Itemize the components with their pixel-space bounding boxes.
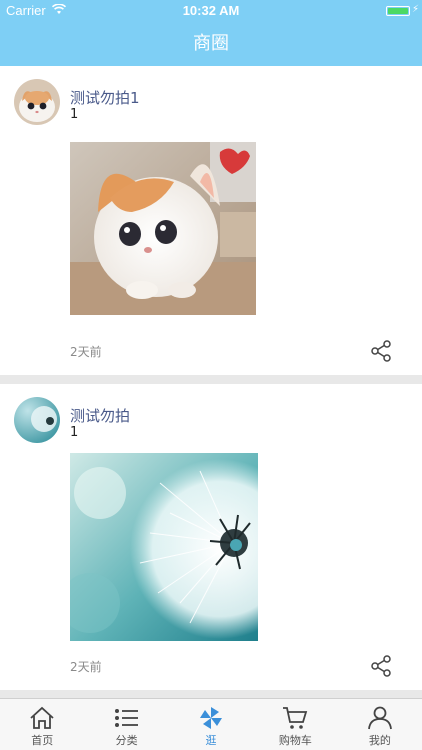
battery-icon	[386, 6, 410, 16]
nav-bar: 商圈	[0, 22, 422, 66]
charging-icon: ⚡	[411, 4, 419, 15]
avatar[interactable]	[14, 79, 60, 125]
post-content: 1	[70, 107, 79, 122]
post-time: 2天前	[70, 660, 102, 674]
post-content: 1	[70, 425, 79, 440]
share-icon[interactable]	[370, 340, 392, 362]
tab-profile[interactable]: 我的	[338, 699, 422, 750]
tab-home[interactable]: 首页	[0, 699, 84, 750]
tab-label: 首页	[31, 734, 54, 747]
avatar[interactable]	[14, 397, 60, 443]
share-icon[interactable]	[370, 655, 392, 677]
cart-icon	[283, 707, 308, 729]
tab-bar: 首页 分类 逛 购物车 我的	[0, 698, 422, 750]
post-card: 测试勿拍 1 2天前	[0, 384, 422, 690]
post-time: 2天前	[70, 345, 102, 359]
tab-category[interactable]: 分类	[84, 699, 168, 750]
post-card: 测试勿拍1 1 2天前	[0, 66, 422, 375]
post-username[interactable]: 测试勿拍1	[70, 87, 140, 108]
list-icon	[114, 709, 138, 727]
tab-label: 分类	[115, 734, 138, 747]
post-username[interactable]: 测试勿拍	[70, 405, 130, 426]
home-icon	[30, 706, 54, 729]
tab-label: 购物车	[278, 734, 312, 747]
tab-cart[interactable]: 购物车	[253, 699, 337, 750]
pinwheel-icon	[200, 707, 223, 729]
post-image[interactable]	[70, 142, 256, 315]
page-title: 商圈	[193, 33, 229, 54]
post-image[interactable]	[70, 453, 258, 641]
tab-label: 逛	[205, 734, 217, 747]
status-bar: Carrier 10:32 AM ⚡	[0, 0, 422, 22]
tab-browse[interactable]: 逛	[169, 699, 253, 750]
tab-label: 我的	[368, 734, 391, 747]
user-icon	[367, 706, 392, 730]
clock: 10:32 AM	[182, 3, 240, 18]
post-feed[interactable]: 测试勿拍1 1 2天前 测试勿拍 1 2天前	[0, 66, 422, 698]
